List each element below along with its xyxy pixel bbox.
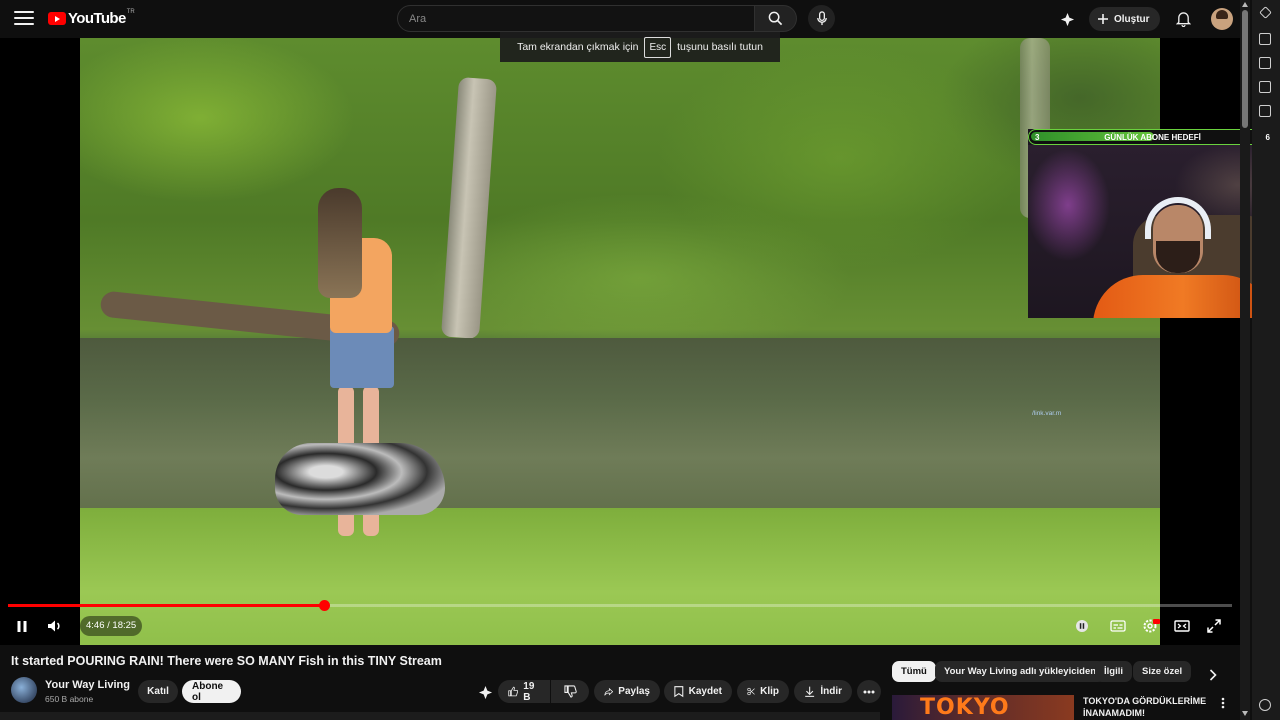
- chip-for-you[interactable]: Size özel: [1133, 661, 1192, 682]
- more-vertical-icon[interactable]: [1221, 697, 1225, 709]
- fullscreen-exit-toast: Tam ekrandan çıkmak için Esc tuşunu bası…: [500, 32, 780, 62]
- save-button[interactable]: Kaydet: [664, 680, 732, 703]
- tab-icon[interactable]: [1259, 33, 1271, 45]
- video-title: It started POURING RAIN! There were SO M…: [11, 654, 442, 668]
- scroll-thumb[interactable]: [1242, 10, 1248, 128]
- clip-button[interactable]: Klip: [737, 680, 789, 703]
- logo-text: YouTube: [68, 10, 126, 27]
- recommended-video-title[interactable]: TOKYO'DA GÖRDÜKLERİME İNANAMADIM!: [1083, 695, 1213, 719]
- toast-esc-key: Esc: [644, 36, 672, 58]
- account-avatar[interactable]: [1210, 8, 1233, 30]
- autoplay-toggle[interactable]: [1073, 616, 1091, 636]
- microphone-icon: [816, 11, 827, 26]
- channel-avatar[interactable]: [11, 677, 37, 703]
- subtitles-button[interactable]: [1108, 616, 1128, 636]
- scroll-down-icon[interactable]: [1242, 711, 1248, 716]
- side-settings-icon[interactable]: [1259, 699, 1271, 711]
- gear-icon: [1143, 619, 1160, 633]
- bookmark-icon: [674, 686, 684, 698]
- like-count: 19 B: [523, 680, 535, 703]
- progress-bar[interactable]: [8, 600, 1232, 611]
- video-dog: [275, 443, 445, 515]
- volume-icon: [48, 620, 60, 632]
- chip-related[interactable]: İlgili: [1095, 661, 1132, 682]
- pause-button[interactable]: [12, 616, 32, 636]
- volume-button[interactable]: [45, 616, 65, 636]
- recommended-video-thumbnail[interactable]: TOKYO: [892, 695, 1074, 720]
- sparkle-chat-icon[interactable]: [1060, 12, 1075, 27]
- pause-icon: [17, 620, 27, 632]
- thumbnail-text: TOKYO: [920, 695, 1010, 720]
- share-button[interactable]: Paylaş: [594, 680, 660, 703]
- download-button[interactable]: İndir: [794, 680, 852, 703]
- autoplay-pause-icon: [1076, 620, 1088, 632]
- video-frame[interactable]: [80, 38, 1160, 645]
- extension-icon[interactable]: [1259, 6, 1272, 19]
- ai-sparkle-icon[interactable]: [478, 685, 493, 700]
- headset-icon: [1145, 197, 1211, 239]
- menu-icon[interactable]: [14, 11, 34, 27]
- youtube-window: YouTube TR Oluştur: [0, 0, 1280, 720]
- exit-fullscreen-icon: [1207, 619, 1221, 633]
- progress-scrubber[interactable]: [318, 600, 330, 611]
- share-icon: [604, 687, 614, 696]
- goal-start: 3: [1035, 132, 1040, 142]
- download-icon: [805, 686, 815, 697]
- settings-button[interactable]: [1140, 616, 1162, 636]
- notes-icon[interactable]: [1259, 81, 1271, 93]
- video-person-hair: [318, 188, 362, 298]
- goal-label: GÜNLÜK ABONE HEDEFİ: [1104, 132, 1201, 142]
- save-label: Kaydet: [688, 686, 722, 697]
- page-scrollbar[interactable]: [1240, 0, 1250, 720]
- chevron-right-icon[interactable]: [1209, 669, 1217, 681]
- chip-all[interactable]: Tümü: [892, 661, 936, 682]
- search-box: [397, 5, 797, 32]
- toast-text-before: Tam ekrandan çıkmak için: [517, 41, 639, 53]
- video-trees: [80, 38, 1160, 338]
- share-label: Paylaş: [618, 686, 650, 697]
- toast-text-after: tuşunu basılı tutun: [677, 41, 763, 53]
- header-actions: Oluştur: [1060, 6, 1233, 32]
- plus-icon: [1098, 14, 1108, 24]
- more-horizontal-icon: [863, 690, 875, 693]
- notifications-bell-icon[interactable]: [1175, 11, 1191, 27]
- scissors-icon: [747, 687, 755, 696]
- create-button[interactable]: Oluştur: [1089, 7, 1160, 31]
- like-button[interactable]: 19 B: [498, 680, 550, 703]
- video-grass-bank: [80, 508, 1160, 645]
- theater-mode-button[interactable]: [1172, 616, 1192, 636]
- subscriber-count: 650 B abone: [45, 694, 94, 704]
- search-icon: [768, 11, 783, 26]
- browser-side-panel: [1252, 0, 1280, 720]
- scroll-up-icon[interactable]: [1242, 2, 1248, 7]
- youtube-logo[interactable]: YouTube TR: [48, 8, 135, 27]
- create-label: Oluştur: [1114, 13, 1150, 25]
- channel-name[interactable]: Your Way Living: [45, 679, 130, 691]
- progress-played: [8, 604, 324, 607]
- search-button[interactable]: [755, 5, 797, 32]
- logo-region: TR: [126, 8, 135, 15]
- dislike-button[interactable]: [551, 680, 589, 703]
- clip-label: Klip: [760, 686, 779, 697]
- video-watermark: /link.var.m: [1032, 410, 1062, 417]
- download-label: İndir: [820, 686, 842, 697]
- thumbs-up-icon: [508, 686, 519, 697]
- time-display: 4:46 / 18:25: [80, 616, 143, 636]
- join-button[interactable]: Katıl: [138, 680, 178, 703]
- exit-fullscreen-button[interactable]: [1204, 616, 1224, 636]
- goal-target: 6: [1265, 132, 1270, 142]
- subtitles-icon: [1110, 620, 1126, 632]
- wallet-icon[interactable]: [1259, 57, 1271, 69]
- description-box-edge: [0, 712, 880, 720]
- video-person-shorts: [330, 326, 394, 388]
- search-input[interactable]: [397, 5, 755, 32]
- chip-from-uploader[interactable]: Your Way Living adlı yükleyiciden: [935, 661, 1106, 682]
- thumbs-down-icon: [563, 685, 577, 698]
- youtube-play-icon: [48, 12, 66, 25]
- more-actions-button[interactable]: [857, 680, 881, 703]
- voice-search-button[interactable]: [808, 5, 835, 32]
- reading-list-icon[interactable]: [1259, 105, 1271, 117]
- subscribe-button[interactable]: Abone ol: [182, 680, 241, 703]
- theater-icon: [1174, 620, 1190, 632]
